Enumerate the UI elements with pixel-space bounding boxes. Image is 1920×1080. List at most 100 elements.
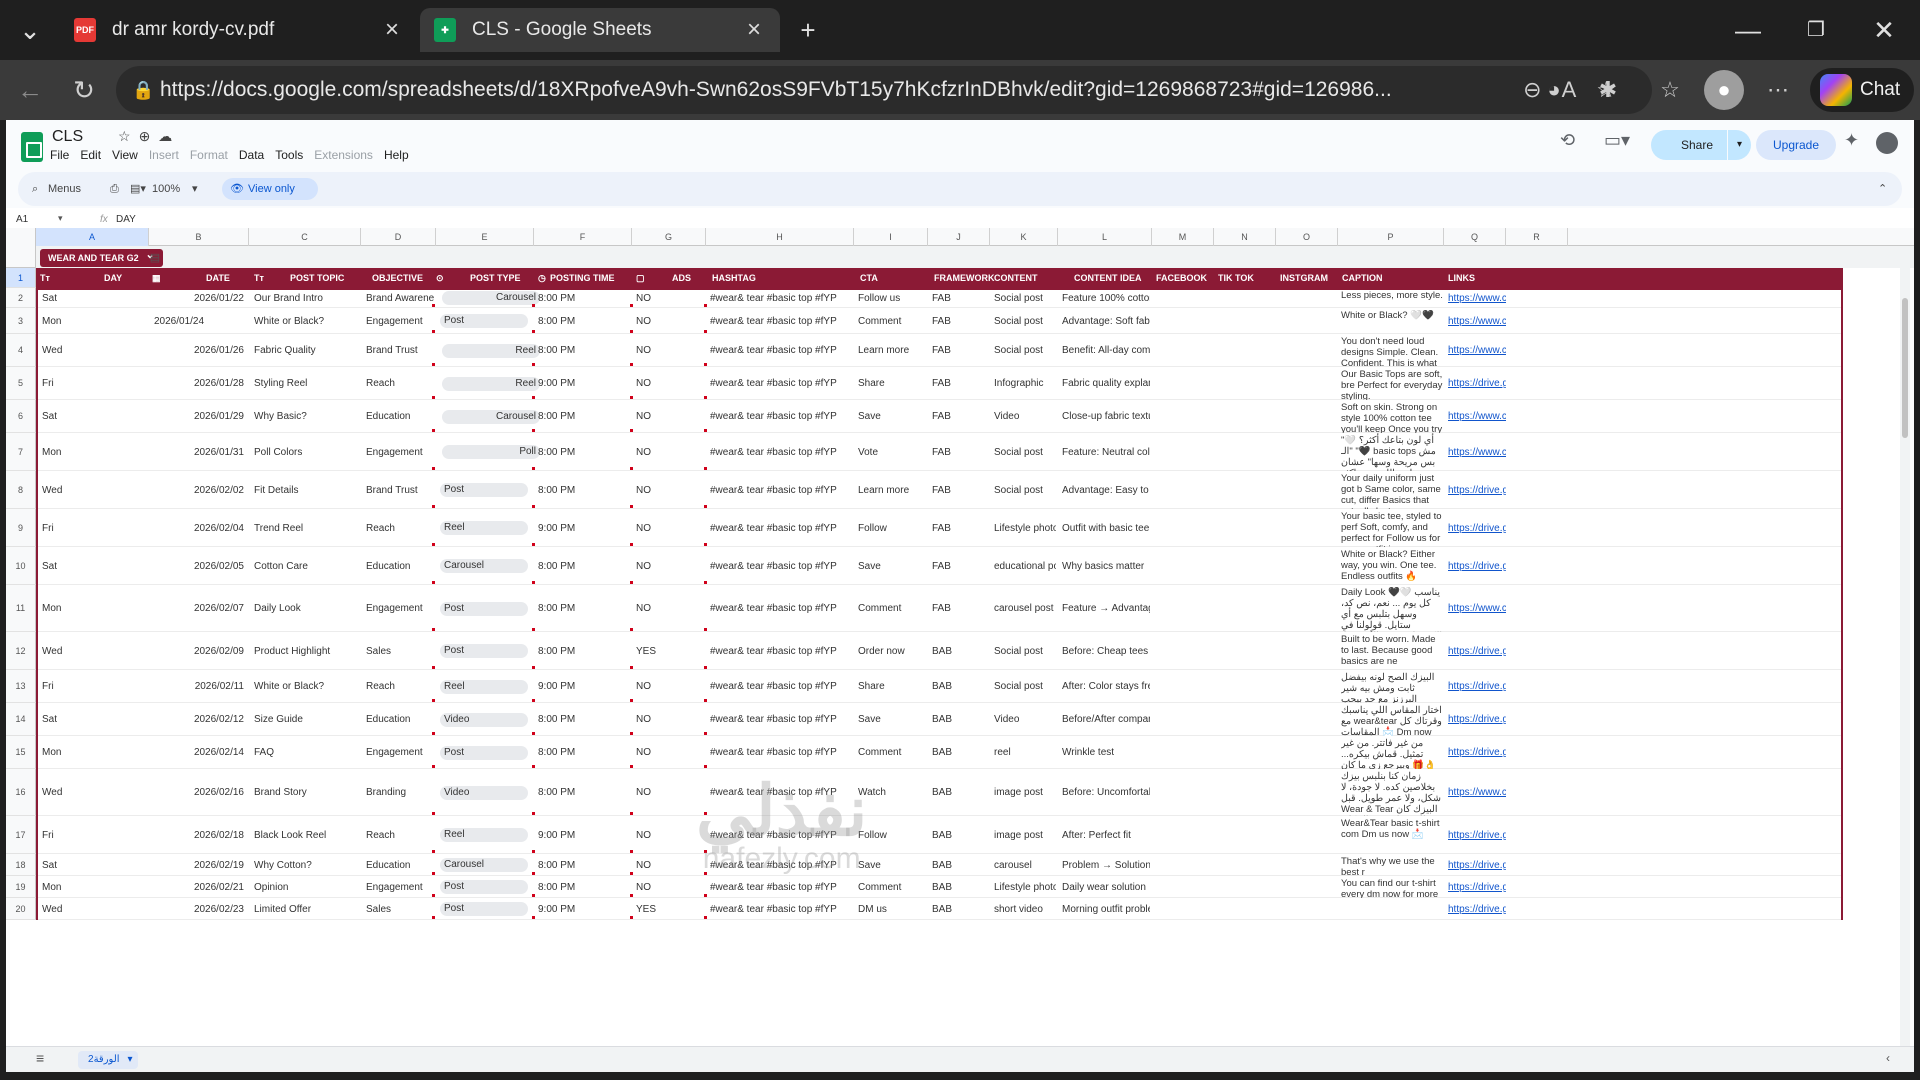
cell-day[interactable]: Mon [42,736,142,769]
cell-cta[interactable]: Learn more [858,471,926,509]
column-header-m[interactable]: M [1152,228,1214,246]
menus-search[interactable]: Menus [48,172,81,206]
post-type-chip[interactable]: Post [440,902,528,916]
cell-content[interactable]: Infographic [994,367,1056,400]
extensions-puzzle-icon[interactable]: ✱ [1588,70,1628,110]
column-header-d[interactable]: D [361,228,436,246]
cell-day[interactable]: Mon [42,585,142,632]
cell-objective[interactable]: Engagement [366,736,434,769]
menu-edit[interactable]: Edit [80,148,101,162]
close-tab-icon[interactable]: × [380,16,404,44]
cell-content-idea[interactable]: Feature 100% cotton [1062,288,1150,308]
cell-date[interactable]: 2026/02/02 [154,471,244,509]
upgrade-button[interactable]: Upgrade [1756,130,1836,160]
cell-posting-time[interactable]: 8:00 PM [538,876,628,898]
cell-framework[interactable]: FAB [932,433,986,471]
cell-hashtag[interactable]: #wear& tear #basic top #fYP [710,471,850,509]
cell-caption[interactable]: Less pieces, more style. [1341,288,1443,308]
post-type-chip[interactable]: Poll [442,445,540,459]
post-type-chip[interactable]: Video [440,785,528,800]
cell-hashtag[interactable]: #wear& tear #basic top #fYP [710,288,850,308]
cell-post-type[interactable]: Reel [440,367,540,400]
cell-content-idea[interactable]: Before: Cheap tees fade [1062,632,1150,670]
cell-day[interactable]: Wed [42,898,142,920]
cell-posting-time[interactable]: 8:00 PM [538,854,628,876]
cell-post-type[interactable]: Post [440,585,530,632]
cell-framework[interactable]: FAB [932,288,986,308]
tab-list-chevron-icon[interactable]: ⌄ [8,8,52,52]
cell-posting-time[interactable]: 8:00 PM [538,632,628,670]
close-tab-icon[interactable]: × [742,16,766,44]
column-header-h[interactable]: H [706,228,854,246]
cell-date[interactable]: 2026/01/28 [154,367,244,400]
cell-framework[interactable]: BAB [932,703,986,736]
back-icon[interactable]: ← [8,68,52,112]
cell-day[interactable]: Sat [42,854,142,876]
column-header-j[interactable]: J [928,228,990,246]
cell-posting-time[interactable]: 9:00 PM [538,816,628,854]
cell-cta[interactable]: DM us [858,898,926,920]
cell-content[interactable]: Social post [994,471,1056,509]
cell-hashtag[interactable]: #wear& tear #basic top #fYP [710,769,850,816]
post-type-chip[interactable]: Carousel [442,291,540,305]
cell-day[interactable]: Mon [42,876,142,898]
row-header[interactable]: 10 [6,547,36,585]
row-header[interactable]: 4 [6,334,36,367]
cell-content[interactable]: short video [994,898,1056,920]
sheet-tab[interactable]: الورقة2 ▾ [78,1051,138,1069]
cell-content[interactable]: carousel [994,854,1056,876]
cell-posting-time[interactable]: 9:00 PM [538,509,628,547]
cell-content-idea[interactable]: After: Color stays fresh [1062,670,1150,703]
cell-day[interactable]: Fri [42,816,142,854]
cell-content-idea[interactable]: Before: Uncomfortable f [1062,769,1150,816]
menu-view[interactable]: View [112,148,138,162]
cell-ads[interactable]: NO [636,876,696,898]
cell-post-topic[interactable]: Daily Look [254,585,359,632]
cell-content-idea[interactable]: Wrinkle test [1062,736,1150,769]
cell-date[interactable]: 2026/02/21 [154,876,244,898]
cell-cta[interactable]: Save [858,547,926,585]
row-header[interactable]: 3 [6,308,36,334]
cell-content-idea[interactable]: Problem → Solution [1062,854,1150,876]
cell-posting-time[interactable]: 8:00 PM [538,769,628,816]
cell-objective[interactable]: Sales [366,632,434,670]
zoom-dropdown-icon[interactable]: ▾ [192,172,198,206]
cell-day[interactable]: Sat [42,288,142,308]
cell-framework[interactable]: FAB [932,585,986,632]
menu-tools[interactable]: Tools [275,148,303,162]
column-header-e[interactable]: E [436,228,534,246]
column-header-b[interactable]: B [149,228,249,246]
column-header-q[interactable]: Q [1444,228,1506,246]
cell-post-topic[interactable]: Why Cotton? [254,854,359,876]
cell-cta[interactable]: Follow us [858,288,926,308]
cell-content[interactable]: Lifestyle photo [994,509,1056,547]
share-dropdown-icon[interactable]: ▾ [1727,130,1751,160]
cell-objective[interactable]: Sales [366,898,434,920]
cell-cta[interactable]: Comment [858,308,926,334]
cell-hashtag[interactable]: #wear& tear #basic top #fYP [710,854,850,876]
cell-ads[interactable]: NO [636,308,696,334]
cell-cta[interactable]: Comment [858,585,926,632]
row-header[interactable]: 14 [6,703,36,736]
cell-post-type[interactable]: Post [440,736,530,769]
cell-caption[interactable]: That's why we use the best r [1341,854,1443,876]
cell-objective[interactable]: Engagement [366,876,434,898]
cell-cta[interactable]: Learn more [858,334,926,367]
post-type-chip[interactable]: Reel [440,828,528,842]
cell-objective[interactable]: Reach [366,367,434,400]
cell-posting-time[interactable]: 8:00 PM [538,400,628,433]
select-all-corner[interactable] [6,228,36,268]
cell-content-idea[interactable]: Benefit: All-day comfort [1062,334,1150,367]
cell-link[interactable]: https://drive.go [1448,471,1506,509]
cell-link[interactable]: https://drive.go [1448,670,1506,703]
row-header[interactable]: 11 [6,585,36,632]
profile-avatar-icon[interactable]: ● [1704,70,1744,110]
cell-objective[interactable]: Engagement [366,585,434,632]
cell-link[interactable]: https://www.ca [1448,308,1506,334]
cell-ads[interactable]: NO [636,400,696,433]
history-icon[interactable]: ⟲ [1560,130,1575,151]
cell-post-type[interactable]: Carousel [440,288,540,308]
cell-content[interactable]: image post [994,816,1056,854]
cell-post-topic[interactable]: Black Look Reel [254,816,359,854]
cell-date[interactable]: 2026/01/24 [154,308,248,334]
